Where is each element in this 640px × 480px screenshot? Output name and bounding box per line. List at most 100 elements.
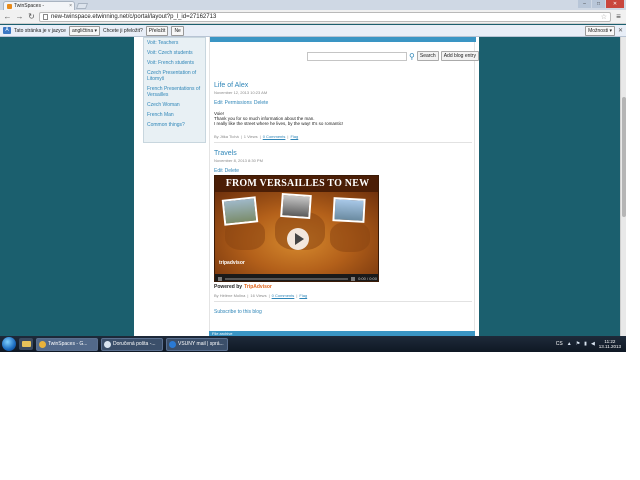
delete-link[interactable]: Delete <box>254 100 268 106</box>
sidebar-item-french-man[interactable]: French Man <box>147 112 202 118</box>
photo-thumbnail <box>280 192 312 220</box>
tray-expand-icon[interactable]: ▲ <box>567 341 572 347</box>
flag-link[interactable]: Flag <box>299 293 307 298</box>
video-timecode: 0:00 / 0:00 <box>358 276 377 281</box>
video-player[interactable]: FROM VERSAILLES TO NEW YORK <box>214 175 379 282</box>
network-icon[interactable]: ▮ <box>584 341 587 347</box>
back-arrow-icon[interactable]: ← <box>3 12 12 22</box>
chrome-menu-icon[interactable]: ≡ <box>614 12 623 21</box>
clock-date: 13.11.2013 <box>598 344 621 349</box>
volume-icon[interactable]: ◀ <box>591 341 595 347</box>
sidebar-item-czech-woman[interactable]: Czech Woman <box>147 102 202 108</box>
play-pause-icon[interactable] <box>218 276 222 281</box>
flag-icon[interactable]: ⚑ <box>576 341 580 347</box>
page-icon <box>43 13 48 20</box>
sidebar-item-czech-presentation[interactable]: Czech Presentation of Litomyš <box>147 70 202 82</box>
language-indicator[interactable]: CS <box>556 341 563 347</box>
address-bar[interactable]: new-twinspace.etwinning.net/c/portal/lay… <box>39 11 611 22</box>
video-title: FROM VERSAILLES TO NEW YORK <box>215 176 378 205</box>
entry-title[interactable]: Life of Alex <box>214 82 472 89</box>
powered-by-label: Powered by <box>214 284 243 290</box>
blog-search-input[interactable] <box>307 51 407 61</box>
edit-link[interactable]: Edit <box>214 168 223 174</box>
start-button[interactable] <box>2 337 16 351</box>
entry-date: November 8, 2013 8:30 PM <box>214 158 263 163</box>
video-progress-bar[interactable] <box>225 277 349 280</box>
translate-options-button[interactable]: Možnosti ▾ <box>585 25 615 36</box>
sidebar-item-french-presentations[interactable]: French Presentations of Versailles <box>147 86 202 98</box>
task-label: TwinSpaces - G... <box>48 341 88 347</box>
forward-arrow-icon[interactable]: → <box>15 12 24 22</box>
tab-title: TwinSpaces - <box>14 3 45 9</box>
subscribe-link[interactable]: Subscribe to this blog <box>214 309 262 315</box>
maximize-button[interactable]: □ <box>592 0 605 8</box>
system-tray: CS ▲ ⚑ ▮ ◀ 11:22 13.11.2013 <box>231 339 624 349</box>
taskbar-item-chrome[interactable]: TwinSpaces - G... <box>36 337 98 351</box>
flag-link[interactable]: Flag <box>290 134 298 139</box>
sidebar-item-teachers[interactable]: Voit: Teachers <box>147 40 202 46</box>
reload-icon[interactable]: ↻ <box>27 12 36 22</box>
blog-search-row: ⚲ Search Add blog entry <box>307 51 479 61</box>
add-blog-entry-button[interactable]: Add blog entry <box>440 51 479 61</box>
taskbar-item-mail[interactable]: Doručená pošta -... <box>101 337 163 351</box>
delete-link[interactable]: Delete <box>225 168 239 174</box>
clock[interactable]: 11:22 13.11.2013 <box>599 339 621 349</box>
entry-footer: By Jitka Tichá | 1 Views | 0 Comments | … <box>214 134 472 143</box>
page-scrollbar[interactable] <box>620 37 626 336</box>
taskbar-item-ie[interactable]: VŠUNY mail | sprá... <box>166 337 228 351</box>
language-select[interactable]: angličtina ▾ <box>68 25 100 36</box>
page-viewport: Voit: Teachers Voit: Czech students Voit… <box>0 37 626 336</box>
translate-icon: A <box>3 27 11 34</box>
no-translate-button[interactable]: Ne <box>171 25 184 36</box>
screen: TwinSpaces - × – □ ✕ ← → ↻ new-twinspace… <box>0 0 626 352</box>
new-tab-button[interactable] <box>75 3 89 9</box>
entry-title[interactable]: Travels <box>214 150 472 157</box>
chrome-icon <box>39 340 46 348</box>
browser-toolbar: ← → ↻ new-twinspace.etwinning.net/c/port… <box>0 10 626 24</box>
bookmark-star-icon[interactable]: ☆ <box>601 13 607 21</box>
entry-actions: Edit Permissions Delete <box>214 100 472 106</box>
tab-close-icon[interactable]: × <box>69 3 74 9</box>
search-button[interactable]: Search <box>416 51 439 61</box>
sidebar-item-common-things[interactable]: Common things? <box>147 122 202 128</box>
mail-icon <box>104 340 111 348</box>
entry-actions: Edit Delete <box>214 168 472 174</box>
volume-icon[interactable] <box>351 276 356 281</box>
windows-taskbar: TwinSpaces - G... Doručená pošta -... VŠ… <box>0 336 626 352</box>
folder-icon <box>21 341 31 347</box>
tab-strip: TwinSpaces - × – □ ✕ <box>0 0 626 10</box>
window-controls: – □ ✕ <box>578 0 624 8</box>
browser-tab[interactable]: TwinSpaces - × <box>3 1 75 10</box>
translate-button[interactable]: Přeložit <box>145 25 169 36</box>
portlet-header <box>210 37 476 42</box>
task-label: VŠUNY mail | sprá... <box>178 341 224 347</box>
video-controls: 0:00 / 0:00 <box>215 274 378 281</box>
tripadvisor-link[interactable]: TripAdvisor <box>244 284 272 290</box>
edit-link[interactable]: Edit <box>214 100 223 106</box>
comments-link[interactable]: 0 Comments <box>272 293 295 298</box>
translate-close-icon[interactable]: ✕ <box>618 27 623 34</box>
entry-author: By Hélène Molina <box>214 293 246 298</box>
world-map-image: tripadvisor <box>215 192 378 274</box>
permissions-link[interactable]: Permissions <box>225 100 252 106</box>
sidebar-item-czech-students[interactable]: Voit: Czech students <box>147 50 202 56</box>
entry-meta: Powered by TripAdvisor By Hélène Molina … <box>214 284 472 302</box>
entry-footer: By Hélène Molina | 16 Views | 0 Comments… <box>214 293 472 302</box>
scrollbar-thumb[interactable] <box>622 97 626 217</box>
tripadvisor-logo: tripadvisor <box>219 260 245 266</box>
translate-bar: A Tato stránka je v jazyce angličtina ▾ … <box>0 25 626 37</box>
search-icon[interactable]: ⚲ <box>409 52 415 61</box>
content-area: Voit: Teachers Voit: Czech students Voit… <box>134 37 479 336</box>
close-window-button[interactable]: ✕ <box>606 0 624 8</box>
comments-link[interactable]: 0 Comments <box>263 134 286 139</box>
twinspace-favicon-icon <box>7 3 12 9</box>
play-icon[interactable] <box>287 228 309 250</box>
minimize-button[interactable]: – <box>578 0 591 8</box>
internet-explorer-icon <box>169 340 176 348</box>
sidebar-item-french-students[interactable]: Voit: French students <box>147 60 202 66</box>
translate-text: Tato stránka je v jazyce <box>14 27 66 34</box>
explorer-pinned-icon[interactable] <box>19 338 33 350</box>
url-text[interactable]: new-twinspace.etwinning.net/c/portal/lay… <box>51 14 598 20</box>
sidebar: Voit: Teachers Voit: Czech students Voit… <box>143 37 206 143</box>
powered-by: Powered by TripAdvisor <box>214 284 472 290</box>
